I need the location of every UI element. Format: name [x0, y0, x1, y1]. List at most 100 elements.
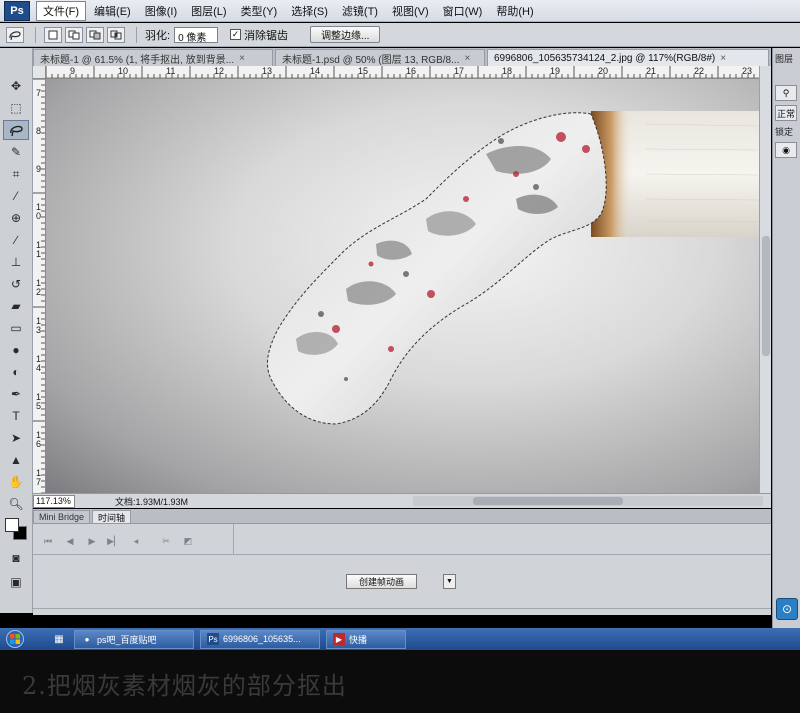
healing-tool-icon[interactable]: ⊕	[3, 208, 29, 228]
tab-label: 未标题-1 @ 61.5% (1, 将手抠出, 放到背景...	[40, 54, 235, 66]
type-tool-icon[interactable]: T	[3, 406, 29, 426]
close-icon[interactable]: ×	[464, 53, 470, 64]
tab-document-2[interactable]: 未标题-1.psd @ 50% (图层 13, RGB/8... ×	[275, 49, 485, 66]
ruler-tick-label: 23	[742, 66, 753, 76]
ruler-corner[interactable]	[33, 66, 46, 79]
screen-mode-icon[interactable]: ▣	[3, 572, 29, 592]
taskbar-item-browser[interactable]: ● ps吧_百度贴吧	[74, 629, 194, 649]
quick-mask-icon[interactable]: ◙	[3, 548, 29, 568]
taskbar-item-player[interactable]: ▶ 快播	[326, 629, 406, 649]
antialias-checkbox[interactable]: ✓	[230, 29, 242, 40]
timeline-controls: ⏮ ◀ ▶ ▶▏ ◂ ✂ ◩	[33, 530, 233, 552]
eraser-tool-icon[interactable]: ▰	[3, 296, 29, 316]
play-icon[interactable]: ▶	[83, 533, 101, 549]
marquee-tool-icon[interactable]: ⬚	[3, 98, 29, 118]
transition-icon[interactable]: ◩	[179, 533, 197, 549]
right-panel: 图层 ⚲ 正常 锁定 ◉ ⊙	[772, 48, 800, 628]
crop-tool-icon[interactable]: ⌗	[3, 164, 29, 184]
eye-icon[interactable]: ◉	[775, 142, 797, 158]
taskbar-item-photoshop[interactable]: Ps 6996806_105635...	[200, 629, 320, 649]
lasso-tool-icon[interactable]	[3, 120, 29, 140]
ruler-tick-label: 1 6	[36, 430, 42, 449]
add-selection-icon[interactable]	[65, 26, 83, 43]
dodge-tool-icon[interactable]: ◐	[3, 362, 29, 382]
vertical-scrollbar[interactable]	[759, 66, 771, 493]
menu-image[interactable]: 图像(I)	[139, 2, 183, 20]
app-shortcut-icon[interactable]: ⊙	[776, 598, 798, 620]
color-swatches[interactable]	[5, 518, 29, 542]
close-icon[interactable]: ×	[720, 53, 726, 64]
start-button-icon[interactable]	[0, 628, 30, 650]
hand-tool-icon[interactable]: ✋	[3, 472, 29, 492]
horizontal-scrollbar[interactable]	[413, 496, 763, 506]
menu-view[interactable]: 视图(V)	[386, 2, 435, 20]
ruler-tick-label: 14	[310, 66, 321, 76]
intersect-selection-icon[interactable]	[107, 26, 125, 43]
path-select-tool-icon[interactable]: ➤	[3, 428, 29, 448]
quick-select-tool-icon[interactable]: ✎	[3, 142, 29, 162]
create-frame-animation-button[interactable]: 创建帧动画	[346, 574, 418, 589]
history-brush-tool-icon[interactable]: ↺	[3, 274, 29, 294]
layers-panel-label[interactable]: 图层	[775, 52, 798, 65]
move-tool-icon[interactable]: ✥	[3, 76, 29, 96]
foreground-color-swatch[interactable]	[5, 518, 19, 532]
ruler-tick-label: 9	[70, 66, 76, 76]
zoom-level-input[interactable]: 117.13%	[33, 494, 75, 508]
audio-icon[interactable]: ◂	[127, 533, 145, 549]
close-icon[interactable]: ×	[239, 53, 245, 64]
timeline-footer	[33, 608, 771, 616]
refine-edge-button[interactable]: 调整边缘...	[310, 26, 381, 43]
menu-filter[interactable]: 滤镜(T)	[336, 2, 384, 20]
menu-file[interactable]: 文件(F)	[36, 0, 87, 21]
zoom-tool-icon[interactable]: 🔍︎	[3, 494, 29, 514]
blur-tool-icon[interactable]: ●	[3, 340, 29, 360]
ruler-tick-label: 1 5	[36, 392, 42, 411]
tab-timeline[interactable]: 时间轴	[92, 510, 132, 523]
document-canvas[interactable]	[46, 79, 759, 493]
pen-tool-icon[interactable]: ✒	[3, 384, 29, 404]
shape-tool-icon[interactable]: ▲	[3, 450, 29, 470]
document-info[interactable]: 文档:1.93M/1.93M	[115, 495, 188, 508]
split-icon[interactable]: ✂	[157, 533, 175, 549]
scrollbar-thumb[interactable]	[762, 236, 770, 356]
next-frame-icon[interactable]: ▶▏	[105, 533, 123, 549]
stamp-tool-icon[interactable]: ⊥	[3, 252, 29, 272]
ruler-tick-label: 22	[694, 66, 705, 76]
menu-window[interactable]: 窗口(W)	[437, 2, 489, 20]
ruler-tick-label: 1 3	[36, 316, 42, 335]
menu-select[interactable]: 选择(S)	[285, 2, 334, 20]
menu-type[interactable]: 类型(Y)	[235, 2, 284, 20]
tab-document-1[interactable]: 未标题-1 @ 61.5% (1, 将手抠出, 放到背景... ×	[33, 49, 273, 66]
show-desktop-icon[interactable]: ▦	[50, 631, 68, 647]
gradient-tool-icon[interactable]: ▭	[3, 318, 29, 338]
tab-mini-bridge[interactable]: Mini Bridge	[33, 510, 91, 523]
eyedropper-tool-icon[interactable]: ⁄	[3, 186, 29, 206]
ruler-tick-label: 17	[454, 66, 465, 76]
scrollbar-thumb[interactable]	[473, 497, 623, 505]
tab-document-3[interactable]: 6996806_105635734124_2.jpg @ 117%(RGB/8#…	[487, 49, 769, 66]
feather-label: 羽化:	[145, 29, 171, 42]
blend-mode-select[interactable]: 正常	[775, 105, 797, 121]
ruler-horizontal[interactable]: 9 10 11 12 13 14 15 16 17 18 19 20 21 22…	[46, 66, 759, 79]
ruler-tick-label: 10	[118, 66, 129, 76]
ruler-tick-label: 20	[598, 66, 609, 76]
previous-frame-icon[interactable]: ◀	[61, 533, 79, 549]
menu-help[interactable]: 帮助(H)	[490, 2, 539, 20]
menu-layer[interactable]: 图层(L)	[185, 2, 232, 20]
options-bar: 羽化: 0 像素 ✓ 消除锯齿 调整边缘...	[0, 23, 800, 47]
subtract-selection-icon[interactable]	[86, 26, 104, 43]
ruler-vertical[interactable]: 7 8 9 1 0 1 1 1 2 1 3 1 4 1 5 1 6 1 7	[33, 79, 46, 493]
menu-edit[interactable]: 编辑(E)	[88, 2, 137, 20]
layer-filter-icon[interactable]: ⚲	[775, 85, 797, 101]
new-selection-icon[interactable]	[44, 26, 62, 43]
ruler-tick-label: 15	[358, 66, 369, 76]
first-frame-icon[interactable]: ⏮	[39, 533, 57, 549]
chevron-down-icon[interactable]: ▼	[443, 574, 456, 589]
lasso-preset-icon[interactable]	[6, 26, 24, 43]
status-bar: 117.13% 文档:1.93M/1.93M	[33, 493, 771, 508]
feather-input[interactable]: 0 像素	[174, 26, 219, 44]
tool-panel: ✥ ⬚ ✎ ⌗ ⁄ ⊕ ∕ ⊥ ↺ ▰ ▭ ● ◐ ✒ T ➤ ▲ ✋ 🔍︎ ◙…	[0, 48, 33, 613]
ruler-tick-label: 21	[646, 66, 657, 76]
taskbar-item-label: 快播	[349, 634, 368, 645]
brush-tool-icon[interactable]: ∕	[3, 230, 29, 250]
